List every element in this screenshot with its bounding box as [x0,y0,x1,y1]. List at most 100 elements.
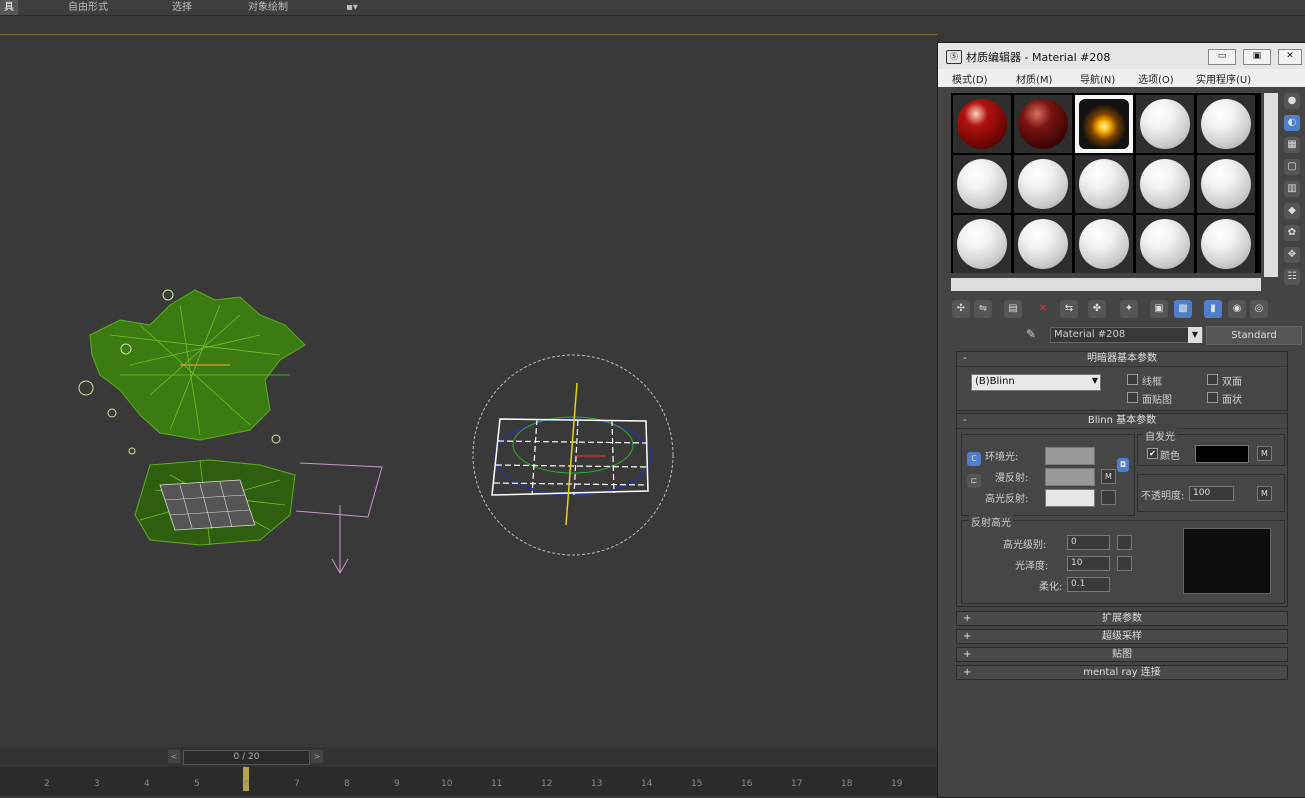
go-to-parent-icon[interactable]: ◉ [1228,300,1246,318]
mental-ray-connection-rollout[interactable]: + mental ray 连接 [956,665,1288,680]
sample-slot[interactable] [1197,155,1255,213]
sample-slot[interactable] [1014,155,1072,213]
next-frame-button[interactable]: > [311,750,323,763]
glossiness-map-button[interactable] [1117,556,1132,571]
sample-slot[interactable] [1075,215,1133,273]
diffuse-color-swatch[interactable] [1045,468,1095,486]
tab-object-paint[interactable]: 对象绘制 [248,0,288,15]
rollout-header[interactable]: - 明暗器基本参数 [957,352,1287,367]
perspective-viewport[interactable] [0,34,937,747]
show-end-result-icon[interactable]: ▮ [1204,300,1222,318]
light-gizmo[interactable] [295,462,383,575]
put-to-scene-icon[interactable]: ⇋ [974,300,992,318]
chevron-down-icon[interactable]: ▼ [1188,327,1202,343]
sample-slot[interactable] [1014,95,1072,153]
menu-navigation[interactable]: 导航(N) [1080,71,1115,86]
uv-tiling-icon[interactable]: ▢ [1284,159,1300,175]
faceted-label: 面状 [1222,395,1242,406]
opacity-map-button[interactable]: M [1257,486,1272,501]
material-name-field[interactable]: Material #208 [1050,327,1203,343]
diffuse-map-button[interactable]: M [1101,469,1116,484]
make-unique-icon[interactable]: ✤ [1088,300,1106,318]
lock-map-icon[interactable]: ◘ [1117,458,1129,472]
material-preview-sphere [1201,99,1251,149]
specular-color-swatch[interactable] [1045,489,1095,507]
sample-slot[interactable] [1197,95,1255,153]
pick-material-eyedropper-icon[interactable]: ✎ [1026,327,1036,341]
assign-to-selection-icon[interactable]: ▤ [1004,300,1022,318]
rollout-title: 贴图 [1112,649,1132,660]
lock-diffuse-specular-icon[interactable]: ⊏ [967,474,981,488]
material-type-button[interactable]: Standard [1206,326,1302,345]
minimize-button[interactable]: ▭ [1208,49,1236,65]
restore-button[interactable]: ▣ [1243,49,1271,65]
sample-slot[interactable] [953,215,1011,273]
make-preview-icon[interactable]: ◆ [1284,203,1300,219]
menu-utilities[interactable]: 实用程序(U) [1196,71,1251,86]
app-icon: Ⓢ [946,50,962,64]
menu-modes[interactable]: 模式(D) [952,71,988,86]
put-to-library-icon[interactable]: ✦ [1120,300,1138,318]
supersampling-rollout[interactable]: + 超级采样 [956,629,1288,644]
backlight-icon[interactable]: ◐ [1284,115,1300,131]
tab-selection[interactable]: 选择 [172,0,192,15]
sample-slot[interactable] [1136,215,1194,273]
self-illum-color-label: 颜色 [1160,451,1180,462]
sample-slot[interactable] [953,155,1011,213]
transform-gizmo[interactable] [472,354,674,556]
make-copy-icon[interactable]: ⇆ [1060,300,1078,318]
face-map-checkbox[interactable] [1127,392,1138,403]
extended-params-rollout[interactable]: + 扩展参数 [956,611,1288,626]
material-map-navigator-icon[interactable]: ☷ [1284,269,1300,285]
select-by-material-icon[interactable]: ✥ [1284,247,1300,263]
wire-checkbox[interactable] [1127,374,1138,385]
sample-slot[interactable] [953,95,1011,153]
shader-type-dropdown[interactable]: (B)Blinn ▼ [971,374,1101,391]
reset-map-icon[interactable]: ✕ [1034,300,1052,318]
sample-slot[interactable] [1014,215,1072,273]
two-sided-checkbox[interactable] [1207,374,1218,385]
go-forward-to-sibling-icon[interactable]: ◎ [1250,300,1268,318]
rollout-header[interactable]: - Blinn 基本参数 [957,414,1287,429]
tree-wireframe[interactable] [78,289,306,546]
menu-options[interactable]: 选项(O) [1138,71,1174,86]
sample-slot[interactable] [1197,215,1255,273]
slots-horizontal-scrollbar[interactable] [951,278,1261,291]
specular-level-spinner[interactable]: 0 [1067,535,1110,550]
timeline: < 0 / 20 > 2 3 4 5 6 7 8 9 10 11 12 13 1… [0,747,937,796]
tab-tools[interactable]: 具 [0,0,18,15]
maps-rollout[interactable]: + 贴图 [956,647,1288,662]
material-id-channel-icon[interactable]: ▣ [1150,300,1168,318]
self-illum-color-swatch[interactable] [1195,445,1249,463]
sample-type-icon[interactable]: ● [1284,93,1300,109]
specular-level-map-button[interactable] [1117,535,1132,550]
sample-slot[interactable] [1075,155,1133,213]
menu-bar: 模式(D) 材质(M) 导航(N) 选项(O) 实用程序(U) [938,69,1305,87]
get-material-icon[interactable]: ✣ [952,300,970,318]
video-color-check-icon[interactable]: ▥ [1284,181,1300,197]
close-button[interactable]: ✕ [1278,49,1302,65]
glossiness-spinner[interactable]: 10 [1067,556,1110,571]
faceted-checkbox[interactable] [1207,392,1218,403]
show-map-in-viewport-icon[interactable]: ▩ [1174,300,1192,318]
tab-freeform[interactable]: 自由形式 [68,0,108,15]
soften-spinner[interactable]: 0.1 [1067,577,1110,592]
sample-slot[interactable] [1136,155,1194,213]
ribbon-options-button[interactable]: ▪▾ [346,0,358,15]
lock-ambient-diffuse-icon[interactable]: C [967,452,981,466]
opacity-spinner[interactable]: 100 [1189,486,1234,501]
sample-slot-active[interactable] [1075,95,1133,153]
slots-vertical-scrollbar[interactable] [1264,93,1278,277]
background-icon[interactable]: ▦ [1284,137,1300,153]
menu-material[interactable]: 材质(M) [1016,71,1052,86]
time-slider[interactable]: 0 / 20 [183,750,310,765]
self-illum-map-button[interactable]: M [1257,446,1272,461]
material-editor-titlebar[interactable]: Ⓢ 材质编辑器 - Material #208 ▭ ▣ ✕ [938,43,1305,69]
sample-slot[interactable] [1136,95,1194,153]
track-bar[interactable]: 2 3 4 5 6 7 8 9 10 11 12 13 14 15 16 17 … [0,767,937,796]
self-illum-color-checkbox[interactable]: ✔ [1147,448,1158,459]
ambient-color-swatch[interactable] [1045,447,1095,465]
options-icon[interactable]: ✿ [1284,225,1300,241]
prev-frame-button[interactable]: < [168,750,180,763]
specular-map-button[interactable] [1101,490,1116,505]
